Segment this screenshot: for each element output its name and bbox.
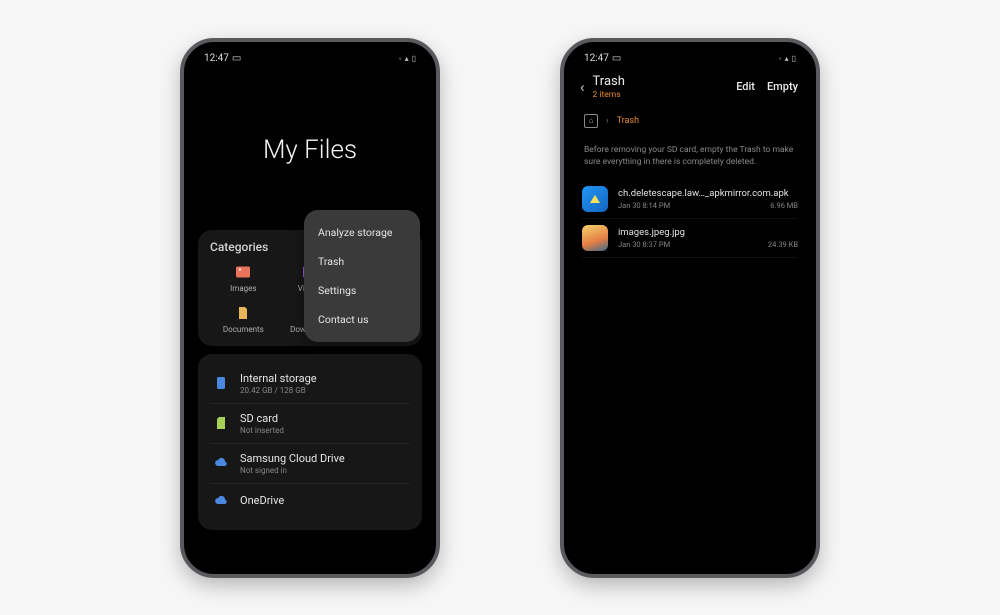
phone-frame-2: 12:47 ▭ ◦ ▴ ▯ ‹ Trash 2 items Edit Empty…	[560, 38, 820, 578]
sd-card-icon	[212, 414, 230, 432]
info-text: Before removing your SD card, empty the …	[570, 134, 810, 181]
apk-thumbnail-icon	[582, 186, 608, 212]
status-time-2: 12:47	[584, 53, 609, 64]
breadcrumb-home-icon[interactable]: ⌂	[584, 114, 598, 128]
breadcrumb-separator-icon: ›	[606, 116, 609, 126]
menu-trash[interactable]: Trash	[304, 247, 420, 276]
signal-icon: ▴	[405, 54, 409, 63]
empty-button[interactable]: Empty	[767, 80, 798, 93]
wifi-icon: ◦	[399, 54, 402, 63]
storage-list: Internal storage 20.42 GB / 128 GB SD ca…	[210, 364, 410, 518]
status-time: 12:47	[204, 53, 229, 64]
storage-internal[interactable]: Internal storage 20.42 GB / 128 GB	[210, 364, 410, 404]
edit-button[interactable]: Edit	[736, 80, 755, 93]
category-documents[interactable]: Documents	[210, 305, 277, 334]
file-name: images.jpeg.jpg	[618, 227, 798, 238]
header-subtitle: 2 items	[593, 90, 729, 100]
breadcrumb: ⌂ › Trash	[570, 108, 810, 134]
category-images[interactable]: Images	[210, 264, 277, 293]
file-row[interactable]: images.jpeg.jpg Jan 30 8:37 PM 24.39 KB	[582, 219, 798, 258]
samsung-cloud-icon	[212, 454, 230, 472]
screen-1: 12:47 ▭ ◦ ▴ ▯ My Files Analyze storage T…	[190, 48, 430, 568]
file-list: ch.deletescape.law…_apkmirror.com.apk Ja…	[570, 180, 810, 258]
back-button[interactable]: ‹	[580, 78, 585, 96]
status-notif-icon: ▭	[612, 53, 621, 64]
storage-samsung-cloud[interactable]: Samsung Cloud Drive Not signed in	[210, 444, 410, 484]
header-title: Trash	[593, 74, 729, 89]
documents-icon	[235, 305, 251, 321]
internal-storage-icon	[212, 374, 230, 392]
battery-icon: ▯	[792, 54, 796, 63]
file-size: 24.39 KB	[768, 240, 798, 249]
menu-analyze-storage[interactable]: Analyze storage	[304, 218, 420, 247]
page-title: My Files	[190, 70, 430, 230]
screen-2: 12:47 ▭ ◦ ▴ ▯ ‹ Trash 2 items Edit Empty…	[570, 48, 810, 568]
signal-icon: ▴	[785, 54, 789, 63]
file-name: ch.deletescape.law…_apkmirror.com.apk	[618, 188, 798, 199]
status-bar: 12:47 ▭ ◦ ▴ ▯	[190, 48, 430, 70]
main-body: Analyze storage Trash Settings Contact u…	[190, 230, 430, 568]
storage-card: Internal storage 20.42 GB / 128 GB SD ca…	[198, 354, 422, 530]
menu-settings[interactable]: Settings	[304, 276, 420, 305]
status-notif-icon: ▭	[232, 53, 241, 64]
status-right: ◦ ▴ ▯	[399, 54, 416, 63]
menu-contact-us[interactable]: Contact us	[304, 305, 420, 334]
images-icon	[235, 264, 251, 280]
file-date: Jan 30 8:37 PM	[618, 240, 670, 249]
storage-onedrive[interactable]: OneDrive	[210, 484, 410, 518]
phone-frame-1: 12:47 ▭ ◦ ▴ ▯ My Files Analyze storage T…	[180, 38, 440, 578]
file-size: 6.96 MB	[770, 201, 798, 210]
image-thumbnail-icon	[582, 225, 608, 251]
overflow-menu: Analyze storage Trash Settings Contact u…	[304, 210, 420, 342]
storage-sdcard[interactable]: SD card Not inserted	[210, 404, 410, 444]
file-date: Jan 30 8:14 PM	[618, 201, 670, 210]
status-bar-2: 12:47 ▭ ◦ ▴ ▯	[570, 48, 810, 70]
trash-header: ‹ Trash 2 items Edit Empty	[570, 70, 810, 108]
onedrive-icon	[212, 492, 230, 510]
file-row[interactable]: ch.deletescape.law…_apkmirror.com.apk Ja…	[582, 180, 798, 219]
breadcrumb-current: Trash	[617, 116, 639, 126]
battery-icon: ▯	[412, 54, 416, 63]
wifi-icon: ◦	[779, 54, 782, 63]
status-left: 12:47 ▭	[204, 53, 241, 64]
